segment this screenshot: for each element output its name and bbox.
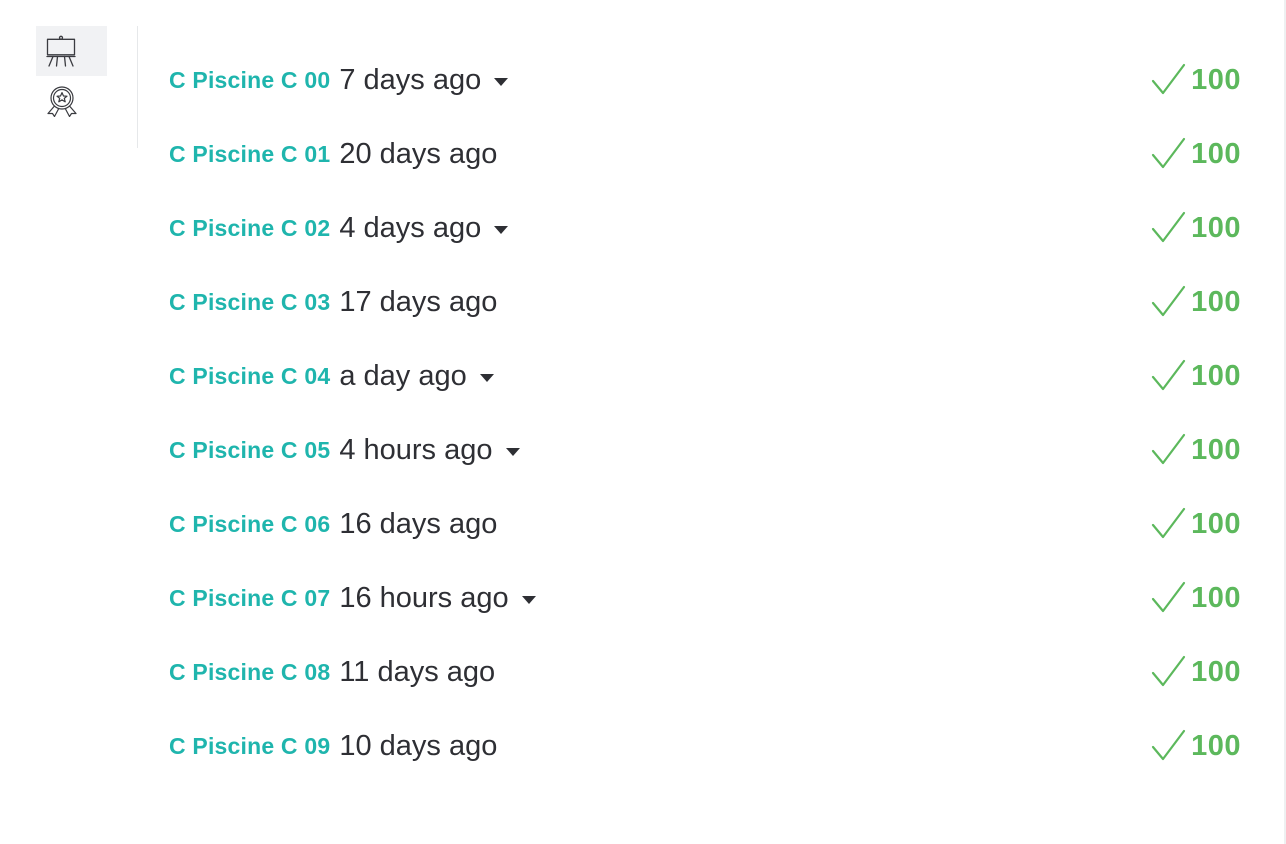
checkmark-icon [1150,655,1186,689]
project-row: C Piscine C 04 a day ago 100 [169,339,1249,413]
project-name-link[interactable]: C Piscine C 08 [169,659,330,686]
project-score: 100 [1191,507,1241,540]
app-root: C Piscine C 00 7 days ago 100 C Piscine C 0… [0,0,1286,844]
project-row: C Piscine C 03 17 days ago 100 [169,265,1249,339]
project-name-link[interactable]: C Piscine C 06 [169,511,330,538]
project-status: 100 [1150,359,1241,393]
checkmark-icon [1150,285,1186,319]
project-time-ago: 20 days ago [339,137,498,170]
project-name-link[interactable]: C Piscine C 00 [169,67,330,94]
project-name-link[interactable]: C Piscine C 01 [169,141,330,168]
checkmark-icon [1150,63,1186,97]
project-row: C Piscine C 00 7 days ago 100 [169,43,1249,117]
checkmark-icon [1150,581,1186,615]
project-time-ago: 7 days ago [339,63,482,96]
project-row: C Piscine C 02 4 days ago 100 [169,191,1249,265]
project-time-ago: a day ago [339,359,467,392]
checkmark-icon [1150,729,1186,763]
achievement-badge-icon [46,85,78,117]
project-status: 100 [1150,285,1241,319]
project-score: 100 [1191,137,1241,170]
easel-icon [46,35,76,67]
project-time-ago: 16 days ago [339,507,498,540]
project-score: 100 [1191,655,1241,688]
checkmark-icon [1150,433,1186,467]
project-time-ago: 4 hours ago [339,433,493,466]
project-name-link[interactable]: C Piscine C 02 [169,215,330,242]
project-time-ago: 16 hours ago [339,581,509,614]
project-status: 100 [1150,211,1241,245]
checkmark-icon [1150,359,1186,393]
caret-down-icon[interactable] [494,78,509,86]
project-row: C Piscine C 09 10 days ago 100 [169,709,1249,783]
project-score: 100 [1191,729,1241,762]
project-time-ago: 17 days ago [339,285,498,318]
caret-down-icon[interactable] [521,596,536,604]
caret-down-icon[interactable] [505,448,520,456]
caret-down-icon[interactable] [479,374,494,382]
checkmark-icon [1150,211,1186,245]
checkmark-icon [1150,137,1186,171]
project-status: 100 [1150,433,1241,467]
project-score: 100 [1191,359,1241,392]
project-status: 100 [1150,63,1241,97]
project-name-link[interactable]: C Piscine C 07 [169,585,330,612]
project-score: 100 [1191,285,1241,318]
project-row: C Piscine C 08 11 days ago 100 [169,635,1249,709]
project-row: C Piscine C 06 16 days ago 100 [169,487,1249,561]
sidebar-tab-projects[interactable] [36,26,107,76]
project-name-link[interactable]: C Piscine C 09 [169,733,330,760]
project-status: 100 [1150,729,1241,763]
project-row: C Piscine C 05 4 hours ago 100 [169,413,1249,487]
project-score: 100 [1191,433,1241,466]
sidebar-nav [36,26,107,126]
project-score: 100 [1191,581,1241,614]
project-name-link[interactable]: C Piscine C 03 [169,289,330,316]
project-score: 100 [1191,211,1241,244]
project-row: C Piscine C 01 20 days ago 100 [169,117,1249,191]
project-status: 100 [1150,137,1241,171]
project-status: 100 [1150,581,1241,615]
project-time-ago: 10 days ago [339,729,498,762]
checkmark-icon [1150,507,1186,541]
project-list: C Piscine C 00 7 days ago 100 C Piscine C 0… [169,43,1249,783]
caret-down-icon[interactable] [494,226,509,234]
sidebar-tab-achievements[interactable] [36,76,107,126]
project-name-link[interactable]: C Piscine C 04 [169,363,330,390]
project-row: C Piscine C 07 16 hours ago 100 [169,561,1249,635]
project-status: 100 [1150,507,1241,541]
project-time-ago: 4 days ago [339,211,482,244]
sidebar-divider [137,26,138,148]
project-time-ago: 11 days ago [339,655,496,688]
project-score: 100 [1191,63,1241,96]
project-status: 100 [1150,655,1241,689]
project-name-link[interactable]: C Piscine C 05 [169,437,330,464]
